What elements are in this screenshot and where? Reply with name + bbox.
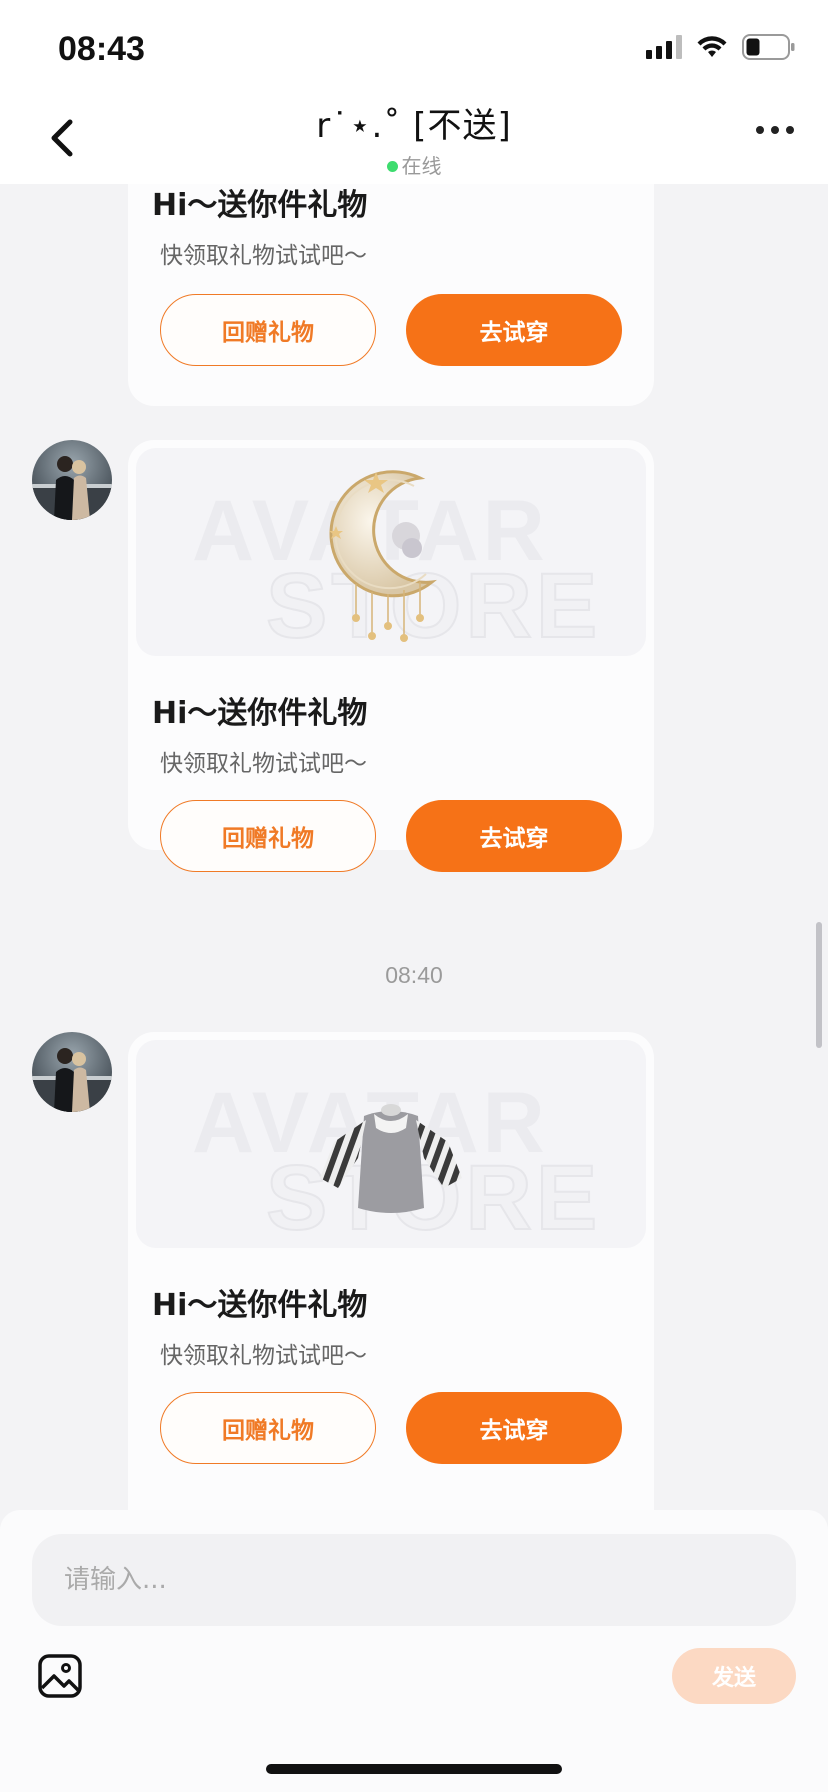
gift-image[interactable]: AVATAR STORE (136, 1040, 646, 1248)
status-time: 08:43 (58, 30, 145, 68)
battery-icon (742, 34, 795, 60)
avatar[interactable] (32, 1032, 112, 1112)
online-status: 在线 (0, 150, 828, 179)
return-gift-button[interactable]: 回赠礼物 (160, 800, 376, 872)
try-on-button[interactable]: 去试穿 (406, 1392, 622, 1464)
gift-subtitle: 快领取礼物试试吧～ (160, 1343, 367, 1369)
return-gift-button[interactable]: 回赠礼物 (160, 294, 376, 366)
contact-name: r˙⋆.˚ [不送] (316, 106, 512, 146)
gift-subtitle: 快领取礼物试试吧～ (160, 243, 367, 269)
avatar[interactable] (32, 440, 112, 520)
gift-title: Hi～送你件礼物 (152, 696, 368, 731)
avatar-photo (32, 1048, 112, 1112)
chat-screen: 08:43 r˙⋆.˚ [不送] 在线 Hi～送你件礼物 快领取礼物试试吧～ 回… (0, 0, 828, 1792)
online-dot-icon (386, 161, 398, 172)
return-gift-button[interactable]: 回赠礼物 (160, 1392, 376, 1464)
gift-subtitle: 快领取礼物试试吧～ (160, 751, 367, 777)
send-button[interactable]: 发送 (672, 1648, 796, 1704)
message-input[interactable] (32, 1534, 796, 1626)
try-on-button[interactable]: 去试穿 (406, 294, 622, 366)
scrollbar[interactable] (816, 922, 822, 1048)
home-indicator[interactable] (266, 1764, 562, 1774)
wifi-icon (697, 36, 727, 57)
gift-message-card: AVATAR STORE Hi～送你件礼物 (128, 1032, 654, 1510)
gift-title: Hi～送你件礼物 (152, 1288, 368, 1323)
online-status-label: 在线 (401, 154, 442, 178)
moon-accessory-image (329, 470, 437, 642)
gift-message-card: Hi～送你件礼物 快领取礼物试试吧～ 回赠礼物 去试穿 (128, 184, 654, 406)
striped-top-image (320, 1104, 462, 1213)
avatar-photo (32, 456, 112, 520)
message-timestamp: 08:40 (385, 962, 443, 988)
chat-header: r˙⋆.˚ [不送] 在线 (0, 96, 828, 184)
try-on-button[interactable]: 去试穿 (406, 800, 622, 872)
status-icons (646, 34, 796, 60)
more-icon[interactable] (756, 126, 794, 134)
gift-image[interactable]: AVATAR STORE (136, 448, 646, 656)
message-list[interactable]: Hi～送你件礼物 快领取礼物试试吧～ 回赠礼物 去试穿 AVATAR STORE (0, 184, 828, 1510)
input-area: 发送 (0, 1510, 828, 1792)
status-bar: 08:43 (0, 0, 828, 96)
signal-icon (646, 35, 682, 59)
gift-title: Hi～送你件礼物 (152, 188, 368, 223)
image-icon[interactable] (38, 1654, 82, 1698)
gift-message-card: AVATAR STORE (128, 440, 654, 872)
